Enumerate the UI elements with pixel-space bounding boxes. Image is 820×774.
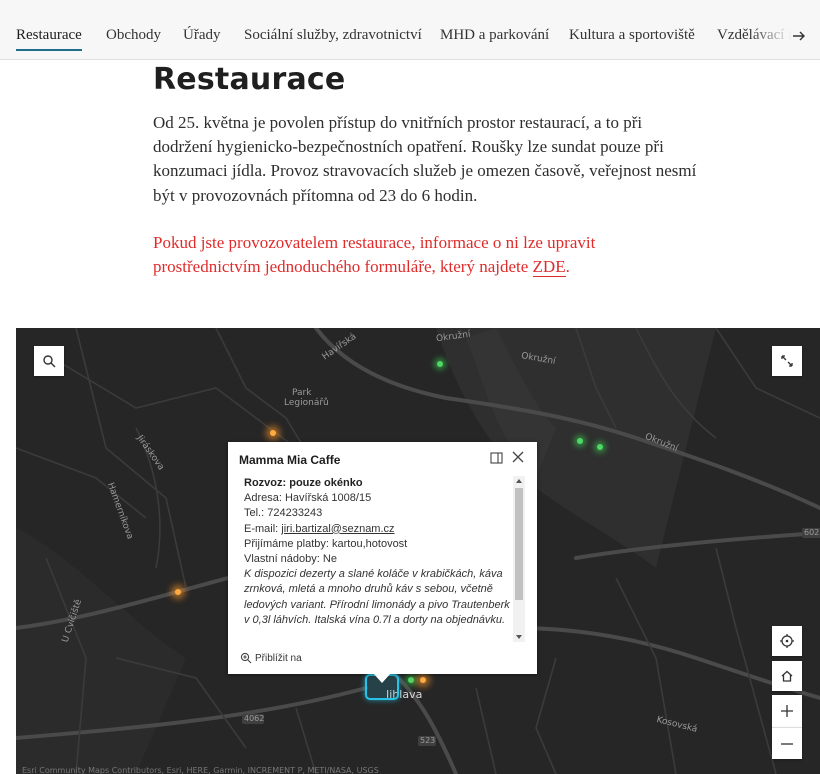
category-tabs: Restaurace Obchody Úřady Sociální služby… — [0, 0, 820, 60]
home-icon — [781, 670, 793, 682]
popup-content: Rozvoz: pouze okénko Adresa: Havířská 10… — [244, 476, 512, 642]
expand-icon — [781, 355, 793, 367]
fullscreen-button[interactable] — [772, 346, 802, 376]
zoom-out-button[interactable] — [772, 727, 802, 759]
plus-icon — [781, 705, 793, 717]
popup-heading: Rozvoz: pouze okénko — [244, 477, 363, 489]
search-icon — [43, 355, 56, 368]
area-label: Park — [292, 388, 312, 398]
feature-popup: Mamma Mia Caffe Rozvoz: pouze okénko Adr… — [228, 442, 537, 683]
restaurant-marker[interactable] — [270, 430, 276, 436]
form-link[interactable]: ZDE — [532, 257, 566, 278]
road-shield: 4062 — [244, 714, 265, 723]
arrow-right-icon[interactable] — [788, 25, 810, 47]
locate-button[interactable] — [772, 626, 802, 656]
road-shield: 602 — [804, 528, 820, 537]
scrollbar-thumb[interactable] — [515, 488, 523, 600]
map-attribution: Esri Community Maps Contributors, Esri, … — [22, 766, 379, 774]
map-search-button[interactable] — [34, 346, 64, 376]
popup-description: K dispozici dezerty a slané koláče v kra… — [244, 568, 510, 626]
tab-kultura-sportoviste[interactable]: Kultura a sportoviště — [569, 27, 695, 44]
page-title: Restaurace — [153, 62, 346, 97]
article-body: Od 25. května je povolen přístup do vnit… — [153, 113, 697, 205]
restaurant-marker[interactable] — [577, 438, 583, 444]
home-button[interactable] — [772, 661, 802, 691]
operator-notice-text: Pokud jste provozovatelem restaurace, in… — [153, 233, 596, 277]
tab-mhd-parkovani[interactable]: MHD a parkování — [440, 27, 549, 44]
close-icon[interactable] — [512, 450, 526, 464]
road-shield: 523 — [420, 736, 436, 745]
restaurant-marker[interactable] — [420, 677, 426, 683]
scroll-up-icon[interactable] — [513, 476, 525, 486]
tab-restaurace[interactable]: Restaurace — [16, 27, 82, 51]
tab-urady[interactable]: Úřady — [183, 27, 221, 44]
crosshair-icon — [780, 634, 794, 648]
restaurant-marker[interactable] — [408, 677, 414, 683]
area-label: Legionářů — [284, 398, 329, 408]
operator-notice-end: . — [565, 257, 570, 277]
dock-icon[interactable] — [490, 451, 504, 465]
popup-email-label: E-mail: — [244, 522, 282, 535]
zoom-in-button[interactable] — [772, 695, 802, 727]
restaurant-marker[interactable] — [597, 444, 603, 450]
tab-socialni-sluzby[interactable]: Sociální služby, zdravotnictví — [244, 27, 422, 44]
popup-email-link[interactable]: jiri.bartizal@seznam.cz — [281, 523, 394, 535]
popup-own-containers: Vlastní nádoby: Ne — [244, 553, 337, 566]
zoom-to-label: Přiblížit na — [255, 652, 302, 664]
tab-obchody[interactable]: Obchody — [106, 27, 161, 44]
minus-icon — [781, 742, 793, 745]
restaurant-marker[interactable] — [437, 361, 443, 367]
scroll-down-icon[interactable] — [513, 632, 525, 642]
zoom-to-icon — [240, 652, 252, 664]
popup-email-row: E-mail: jiri.bartizal@seznam.cz — [244, 522, 512, 537]
popup-address: Adresa: Havířská 1008/15 — [244, 492, 372, 505]
popup-phone: Tel.: 724233243 — [244, 507, 323, 520]
popup-payment: Přijímáme platby: kartou,hotovost — [244, 537, 408, 550]
operator-notice: Pokud jste provozovatelem restaurace, in… — [153, 231, 698, 279]
popup-scrollbar[interactable] — [513, 476, 525, 642]
restaurant-marker[interactable] — [175, 589, 181, 595]
zoom-to-button[interactable]: Přiblížit na — [240, 652, 302, 664]
popup-title: Mamma Mia Caffe — [239, 453, 341, 467]
